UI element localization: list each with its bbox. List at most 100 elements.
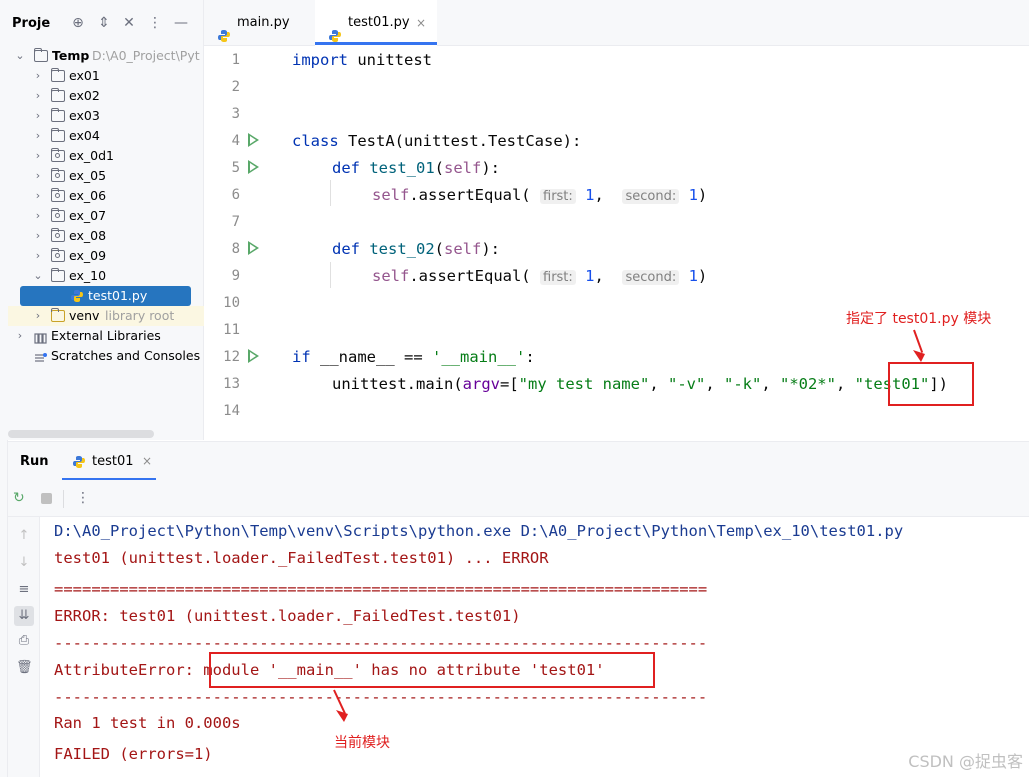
soft-wrap-icon[interactable]: ≡ [16,582,32,598]
run-test-icon[interactable] [248,160,259,174]
param-hint-second: second: [622,189,680,204]
root-folder-label: Temp [52,48,90,63]
string-literal: "my test name" [518,375,650,393]
keyword: if [292,348,311,366]
tree-item-label: ex_0d1 [69,148,114,163]
target-icon[interactable]: ⊕ [70,15,86,31]
close-icon[interactable]: × [142,454,152,468]
chevron-right-icon[interactable]: › [32,206,44,226]
tree-root-temp[interactable]: ⌄ Temp D:\A0_Project\Pyt [8,46,204,66]
chevron-right-icon[interactable]: › [32,126,44,146]
chevron-right-icon[interactable]: › [32,86,44,106]
chevron-right-icon[interactable]: › [32,186,44,206]
tree-item-ex01[interactable]: › ex01 [8,66,204,86]
number-literal: 1 [688,267,698,285]
chevron-right-icon[interactable]: › [14,326,26,346]
print-icon[interactable]: ⎙ [16,633,32,649]
run-tab-label[interactable]: test01 [92,454,134,469]
rerun-icon[interactable]: ↻ [13,490,25,506]
library-icon [34,330,48,344]
python-file-icon [72,454,88,470]
chevron-right-icon[interactable]: › [32,106,44,126]
self-param: self [444,240,482,258]
tree-item-venv[interactable]: › venv library root [8,306,204,326]
folder-icon [51,128,65,142]
expand-all-icon[interactable]: ⇕ [96,15,112,31]
code-line-6[interactable]: self.assertEqual( first: 1, second: 1) [372,186,707,204]
tree-item-ex04[interactable]: › ex04 [8,126,204,146]
folder-icon [51,268,65,282]
code-line-8[interactable]: def test_02(self): [332,240,500,258]
tree-item-ex02[interactable]: › ex02 [8,86,204,106]
folder-icon [51,108,65,122]
tree-item-label: ex_07 [69,208,107,223]
more-options-icon[interactable]: ⋮ [76,490,90,506]
line-number: 3 [231,106,240,122]
root-folder-path: D:\A0_Project\Pyt [92,48,200,63]
line-number: 4 [231,133,240,149]
code-line-12[interactable]: if __name__ == '__main__': [292,348,535,366]
arrow-head-icon [336,710,348,722]
chevron-right-icon[interactable]: › [32,226,44,246]
stop-icon[interactable] [41,493,52,504]
tree-item-test01[interactable]: test01.py [8,286,204,306]
highlight-box-error [209,652,655,688]
options-icon[interactable]: ⋮ [147,15,163,31]
run-toolbar [8,481,1029,517]
arrow-up-icon[interactable]: ↑ [16,528,32,544]
hide-icon[interactable]: — [173,15,189,31]
package-folder-icon [51,168,65,182]
code-line-4[interactable]: class TestA(unittest.TestCase): [292,132,581,150]
tree-item-ex_09[interactable]: › ex_09 [8,246,204,266]
chevron-down-icon[interactable]: ⌄ [14,46,26,66]
tree-item-ex_0d1[interactable]: › ex_0d1 [8,146,204,166]
tree-item-label: ex_08 [69,228,107,243]
code-line-1[interactable]: import unittest [292,51,432,69]
project-panel-title[interactable]: Proje [12,16,50,31]
code-line-9[interactable]: self.assertEqual( first: 1, second: 1) [372,267,707,285]
run-main-icon[interactable] [248,349,259,363]
tree-item-ex_08[interactable]: › ex_08 [8,226,204,246]
tree-item-label: External Libraries [51,328,161,343]
tree-item-ex_07[interactable]: › ex_07 [8,206,204,226]
tree-item-scratches[interactable]: Scratches and Consoles [8,346,204,366]
function-name: test_01 [369,159,435,177]
console-line: ========================================… [54,580,708,598]
param-hint-first: first: [540,189,576,204]
argv-param: argv [462,375,500,393]
tab-main-py[interactable]: main.py [210,0,310,46]
trash-icon[interactable]: 🗑 [16,660,33,676]
line-number: 13 [223,376,240,392]
chevron-right-icon[interactable]: › [32,146,44,166]
self-ref: self [372,186,410,204]
chevron-right-icon[interactable]: › [32,306,44,326]
package-folder-icon [51,248,65,262]
tree-item-label: ex_10 [69,268,107,283]
tree-item-ex03[interactable]: › ex03 [8,106,204,126]
chevron-right-icon[interactable]: › [32,66,44,86]
folder-icon [51,88,65,102]
venv-label: venv [69,308,100,323]
scroll-to-end-icon[interactable]: ⇊ [14,606,34,626]
collapse-all-icon[interactable]: ✕ [121,15,137,31]
arrow-down-icon[interactable]: ↓ [16,555,32,571]
close-icon[interactable]: × [416,0,426,46]
run-test-icon[interactable] [248,241,259,255]
run-tab-indicator [62,478,156,480]
chevron-right-icon[interactable]: › [32,166,44,186]
code-line-5[interactable]: def test_01(self): [332,159,500,177]
main-condition: __name__ == [320,348,432,366]
chevron-right-icon[interactable]: › [32,246,44,266]
tab-test01-py[interactable]: test01.py × [315,0,437,46]
chevron-down-icon[interactable]: ⌄ [32,266,44,286]
tree-item-ex_10[interactable]: ⌄ ex_10 [8,266,204,286]
run-test-icon[interactable] [248,133,259,147]
tree-item-external-libraries[interactable]: › External Libraries [8,326,204,346]
venv-hint: library root [105,308,175,323]
project-horizontal-scrollbar[interactable] [8,430,154,438]
line-number: 8 [231,241,240,257]
console-line: ----------------------------------------… [54,634,708,652]
tree-item-ex_06[interactable]: › ex_06 [8,186,204,206]
tree-item-ex_05[interactable]: › ex_05 [8,166,204,186]
code-line-13[interactable]: unittest.main(argv=["my test name", "-v"… [332,375,948,393]
